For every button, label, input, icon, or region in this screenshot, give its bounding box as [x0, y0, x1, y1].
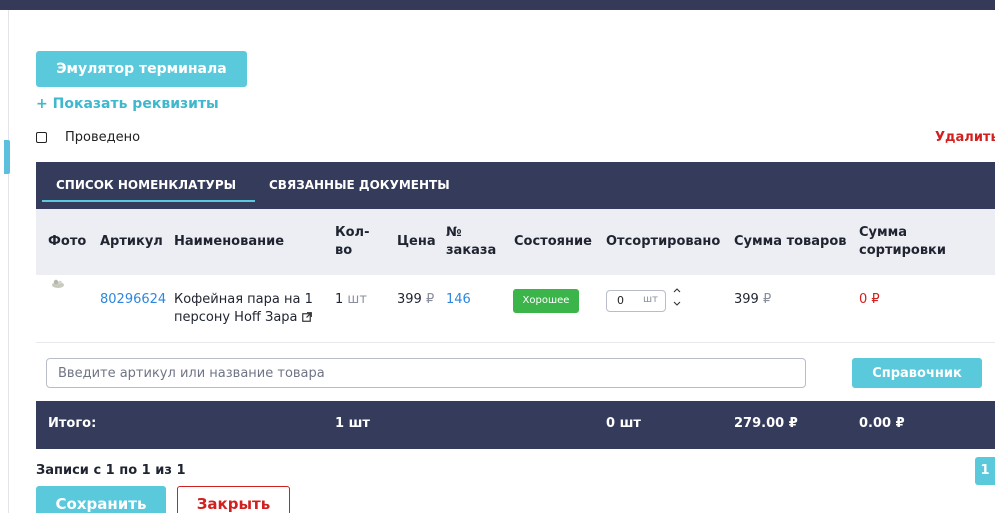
- row-name-line2-text: персону Hoff Зара: [174, 310, 298, 325]
- reference-button[interactable]: Справочник: [852, 358, 982, 388]
- row-price-value: 399: [397, 292, 422, 307]
- header-state: Состояние: [514, 234, 592, 249]
- done-checkbox[interactable]: [36, 132, 47, 143]
- row-qty-value: 1: [335, 292, 344, 307]
- header-sorted: Отсортировано: [606, 234, 721, 249]
- header-price: Цена: [397, 234, 436, 249]
- stepper-arrows-icon[interactable]: [673, 287, 681, 307]
- row-price: 399 ₽: [397, 291, 434, 309]
- row-qty: 1 шт: [335, 291, 367, 309]
- totals-sum-sort: 0.00 ₽: [859, 416, 905, 431]
- row-sum-sort: 0 ₽: [859, 292, 880, 307]
- sorted-quantity-value: 0: [617, 294, 624, 307]
- show-requisites-link[interactable]: + Показать реквизиты: [36, 96, 219, 112]
- header-photo: Фото: [48, 234, 87, 249]
- row-sum-goods: 399 ₽: [734, 291, 771, 309]
- header-sum-sort-line1: Сумма: [859, 225, 908, 240]
- product-search-input[interactable]: [46, 358, 806, 388]
- product-photo-thumbnail[interactable]: [51, 279, 65, 288]
- row-sum-goods-value: 399: [734, 292, 759, 307]
- header-order-line2: заказа: [446, 243, 497, 258]
- header-sum-sort: Сумма сортировки: [859, 224, 946, 260]
- header-qty: Кол- во: [335, 224, 369, 260]
- state-badge: Хорошее: [513, 289, 579, 313]
- quantity-stepper[interactable]: [672, 287, 682, 311]
- totals-qty: 1 шт: [335, 416, 370, 431]
- table-header: Фото Артикул Наименование Кол- во Цена №…: [36, 209, 995, 275]
- delete-link[interactable]: Удалить: [935, 130, 995, 145]
- tab-related-documents[interactable]: СВЯЗАННЫЕ ДОКУМЕНТЫ: [269, 178, 450, 192]
- done-label: Проведено: [65, 130, 141, 145]
- totals-sorted: 0 шт: [606, 416, 641, 431]
- active-tab-indicator: [42, 200, 255, 202]
- row-order-link[interactable]: 146: [446, 291, 471, 309]
- left-rail-marker: [4, 140, 10, 174]
- header-sum-sort-line2: сортировки: [859, 243, 946, 258]
- pagination-page-1[interactable]: 1: [975, 457, 995, 485]
- row-qty-unit: шт: [347, 292, 367, 307]
- left-rail: [0, 10, 10, 513]
- totals-label: Итого:: [48, 416, 97, 431]
- terminal-emulator-button[interactable]: Эмулятор терминала: [36, 51, 247, 87]
- header-qty-line2: во: [335, 243, 353, 258]
- sorted-quantity-unit: шт: [643, 294, 658, 305]
- row-sum-goods-currency: ₽: [762, 292, 772, 307]
- totals-sum-goods: 279.00 ₽: [734, 416, 798, 431]
- tabs-bar: СПИСОК НОМЕНКЛАТУРЫ СВЯЗАННЫЕ ДОКУМЕНТЫ: [36, 162, 995, 209]
- header-article: Артикул: [100, 234, 163, 249]
- close-button[interactable]: Закрыть: [177, 486, 290, 513]
- header-order: № заказа: [446, 224, 496, 260]
- row-article[interactable]: 80296624: [100, 291, 166, 309]
- row-price-currency: ₽: [425, 292, 435, 307]
- row-name-line1: Кофейная пара на 1: [174, 292, 313, 307]
- save-button[interactable]: Сохранить: [36, 486, 166, 513]
- table-row: 80296624 Кофейная пара на 1 персону Hoff…: [36, 275, 995, 343]
- done-row: Проведено: [36, 130, 140, 145]
- top-bar: [0, 0, 995, 10]
- row-name: Кофейная пара на 1 персону Hoff Зара: [174, 291, 324, 328]
- header-name: Наименование: [174, 234, 285, 249]
- external-link-icon[interactable]: [301, 310, 312, 328]
- header-sum-goods: Сумма товаров: [734, 234, 847, 249]
- header-qty-line1: Кол-: [335, 225, 370, 240]
- totals-bar: Итого: 1 шт 0 шт 279.00 ₽ 0.00 ₽: [36, 401, 995, 449]
- sorted-quantity-input[interactable]: 0 шт: [606, 290, 666, 312]
- row-name-line2: персону Hoff Зара: [174, 309, 324, 328]
- records-counter: Записи с 1 по 1 из 1: [36, 463, 186, 478]
- header-order-line1: №: [446, 225, 462, 240]
- tab-nomenclature-list[interactable]: СПИСОК НОМЕНКЛАТУРЫ: [56, 178, 236, 192]
